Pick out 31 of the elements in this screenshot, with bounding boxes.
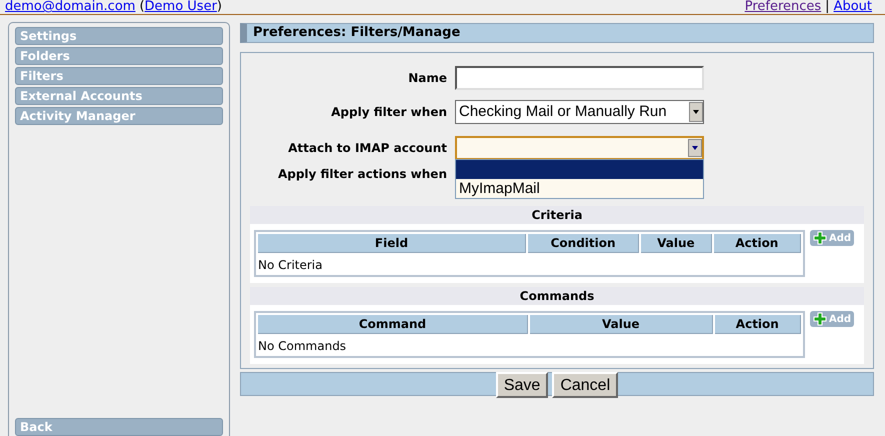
nav-link[interactable]: About [834,0,872,17]
name-input[interactable] [455,66,704,90]
separator: | [825,0,830,16]
plus-icon [813,231,827,245]
column-header: Action [714,234,802,253]
field-label: Attach to IMAP account [287,140,447,157]
column-header: Action [714,315,801,334]
field-label: Apply filter when [330,104,447,121]
page-header: Preferences: Filters/Manage [240,23,874,43]
user-name-link[interactable]: Demo User [144,0,217,17]
form-button[interactable]: Cancel [552,372,618,398]
column-header: Command [258,315,528,334]
section-title: Criteria [250,206,864,224]
nav-link[interactable]: Preferences [744,0,822,17]
empty-message: No Commands [257,338,348,355]
column-header: Value [641,234,712,253]
column-header: Condition [528,234,640,253]
paren: ( [139,0,145,16]
section-title: Commands [250,287,864,305]
column-header: Value [530,315,713,334]
paren: ) [216,0,222,16]
column-header: Field [258,234,526,253]
apply-select[interactable]: Checking Mail or Manually Run [455,100,704,124]
empty-message: No Criteria [257,257,324,274]
field-label: Apply filter actions when [276,166,447,183]
field-label: Name [407,70,447,87]
user-email-link[interactable]: demo@domain.com [5,0,136,17]
dropdown-option[interactable]: MyImapMail [456,179,703,198]
form-button[interactable]: Save [496,372,548,398]
plus-icon [813,312,827,326]
account-select[interactable] [455,136,704,160]
